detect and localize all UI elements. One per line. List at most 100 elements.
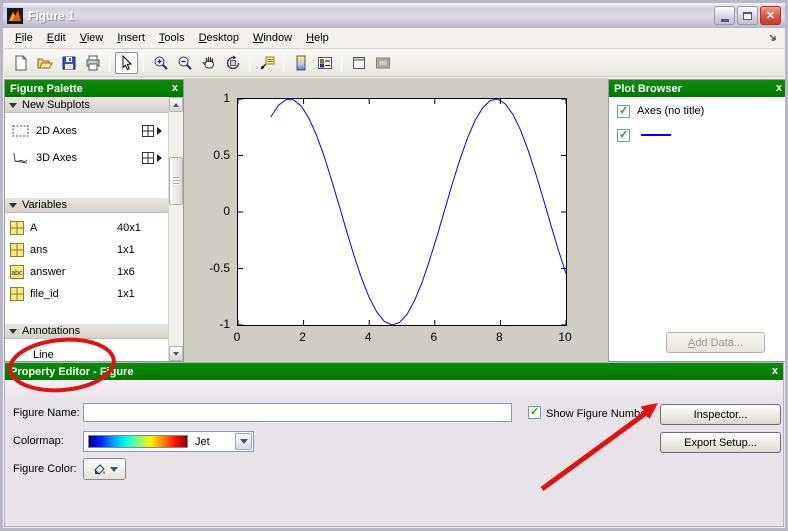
collapse-triangle-icon: [9, 103, 17, 108]
y-tick-label: -1: [219, 317, 230, 331]
maximize-button[interactable]: [737, 6, 758, 25]
figure-window: Figure 1 ✕ File Edit View Insert Tools D…: [0, 0, 788, 531]
x-tick-label: 0: [234, 330, 241, 344]
chevron-down-icon: [110, 467, 118, 472]
browser-item-line[interactable]: [609, 125, 787, 145]
insert-legend-button[interactable]: [313, 52, 336, 74]
figure-palette-header[interactable]: Figure Palette x: [5, 80, 183, 97]
pan-hand-button[interactable]: [197, 52, 220, 74]
figure-color-button[interactable]: [83, 458, 126, 480]
expand-arrow-icon[interactable]: [157, 154, 162, 162]
data-cursor-button[interactable]: [255, 52, 278, 74]
variable-name: A: [30, 222, 37, 234]
property-editor-title: Property Editor - Figure: [10, 366, 133, 378]
subplot-grid-icon[interactable]: [142, 125, 154, 137]
axes-visibility-checkbox[interactable]: [617, 105, 630, 118]
figure-name-input[interactable]: [83, 403, 512, 422]
plot-browser-close-icon[interactable]: x: [776, 83, 782, 94]
close-button[interactable]: ✕: [760, 6, 781, 25]
palette-scrollbar[interactable]: [168, 97, 183, 361]
close-icon: ✕: [766, 9, 775, 22]
title-bar[interactable]: Figure 1 ✕: [3, 3, 785, 28]
variable-row-file-id[interactable]: file_id 1x1: [5, 283, 168, 305]
minimize-button[interactable]: [714, 6, 735, 25]
figure-palette-close-icon[interactable]: x: [172, 83, 178, 94]
scroll-up-button[interactable]: [169, 97, 183, 112]
hide-plot-tools-button[interactable]: [347, 52, 370, 74]
scrollbar-thumb[interactable]: [169, 157, 183, 205]
palette-item-2d-axes[interactable]: 2D Axes: [5, 119, 168, 143]
section-variables[interactable]: Variables: [5, 197, 168, 213]
section-annotations[interactable]: Annotations: [5, 323, 168, 339]
menu-view[interactable]: View: [73, 29, 111, 47]
figure-palette-title: Figure Palette: [10, 83, 83, 95]
open-file-icon: [37, 55, 53, 71]
expand-arrow-icon[interactable]: [157, 127, 162, 135]
save-button[interactable]: [57, 52, 80, 74]
collapse-triangle-icon: [9, 203, 17, 208]
rotate-3d-button[interactable]: [221, 52, 244, 74]
menu-insert[interactable]: Insert: [110, 29, 152, 47]
plot-browser-header[interactable]: Plot Browser x: [609, 80, 787, 97]
subplot-grid-icon[interactable]: [142, 152, 154, 164]
show-plot-tools-button[interactable]: [371, 52, 394, 74]
inspector-button[interactable]: Inspector...: [660, 404, 781, 425]
variable-row-A[interactable]: A 40x1: [5, 217, 168, 239]
variable-row-answer[interactable]: abc answer 1x6: [5, 261, 168, 283]
new-document-button[interactable]: [9, 52, 32, 74]
insert-colorbar-button[interactable]: [289, 52, 312, 74]
scroll-down-button[interactable]: [169, 346, 183, 361]
y-tick-label: 0: [223, 204, 230, 218]
variable-row-ans[interactable]: ans 1x1: [5, 239, 168, 261]
plot-axes[interactable]: [237, 98, 567, 326]
zoom-out-button[interactable]: [173, 52, 196, 74]
char-variable-icon: abc: [10, 265, 24, 279]
browser-item-axes[interactable]: Axes (no title): [609, 101, 787, 121]
menu-bar: File Edit View Insert Tools Desktop Wind…: [4, 28, 784, 49]
figure-canvas[interactable]: 0246810-1-0.500.51: [184, 78, 608, 362]
section-new-subplots[interactable]: New Subplots: [5, 97, 168, 113]
menu-tools[interactable]: Tools: [152, 29, 192, 47]
new-document-icon: [13, 55, 29, 71]
paint-bucket-icon: [92, 462, 106, 476]
save-icon: [61, 55, 77, 71]
open-file-button[interactable]: [33, 52, 56, 74]
variable-dims: 1x1: [117, 288, 135, 300]
variable-name: answer: [30, 266, 65, 278]
show-figure-number-label: Show Figure Number: [546, 408, 650, 420]
menu-desktop[interactable]: Desktop: [192, 29, 246, 47]
rotate-3d-icon: [225, 55, 241, 71]
palette-item-3d-axes[interactable]: 3D Axes: [5, 146, 168, 170]
svg-text:abc: abc: [11, 270, 23, 277]
matrix-variable-icon: [10, 243, 24, 257]
window-title: Figure 1: [28, 9, 75, 23]
add-data-button[interactable]: Add Data...: [666, 332, 765, 353]
menu-edit[interactable]: Edit: [40, 29, 73, 47]
palette-item-line[interactable]: Line: [5, 343, 168, 361]
maximize-icon: [743, 12, 752, 20]
figure-color-label: Figure Color:: [13, 463, 77, 475]
property-editor-header[interactable]: Property Editor - Figure x: [5, 363, 783, 380]
colormap-dropdown[interactable]: Jet: [83, 431, 254, 452]
menu-window[interactable]: Window: [246, 29, 299, 47]
property-editor-close-icon[interactable]: x: [772, 366, 778, 377]
colormap-dropdown-button[interactable]: [235, 433, 252, 450]
y-tick-label: -0.5: [209, 261, 230, 275]
zoom-in-icon: [153, 55, 169, 71]
toolbar-separator: [283, 54, 284, 72]
minimize-icon: [721, 19, 729, 22]
zoom-in-button[interactable]: [149, 52, 172, 74]
show-plot-tools-icon: [375, 55, 391, 71]
menu-help[interactable]: Help: [299, 29, 336, 47]
export-setup-button[interactable]: Export Setup...: [660, 432, 781, 453]
3d-axes-icon: [11, 151, 30, 165]
show-figure-number-checkbox[interactable]: [528, 406, 541, 419]
chevron-down-icon: [240, 439, 248, 444]
edit-plot-arrow-button[interactable]: [115, 52, 138, 74]
section-label: Annotations: [22, 325, 80, 337]
menu-file[interactable]: File: [8, 29, 40, 47]
line-visibility-checkbox[interactable]: [617, 129, 630, 142]
browser-item-label: Axes (no title): [637, 105, 704, 117]
menu-overflow-arrow-icon[interactable]: [768, 33, 778, 43]
print-button[interactable]: [81, 52, 104, 74]
